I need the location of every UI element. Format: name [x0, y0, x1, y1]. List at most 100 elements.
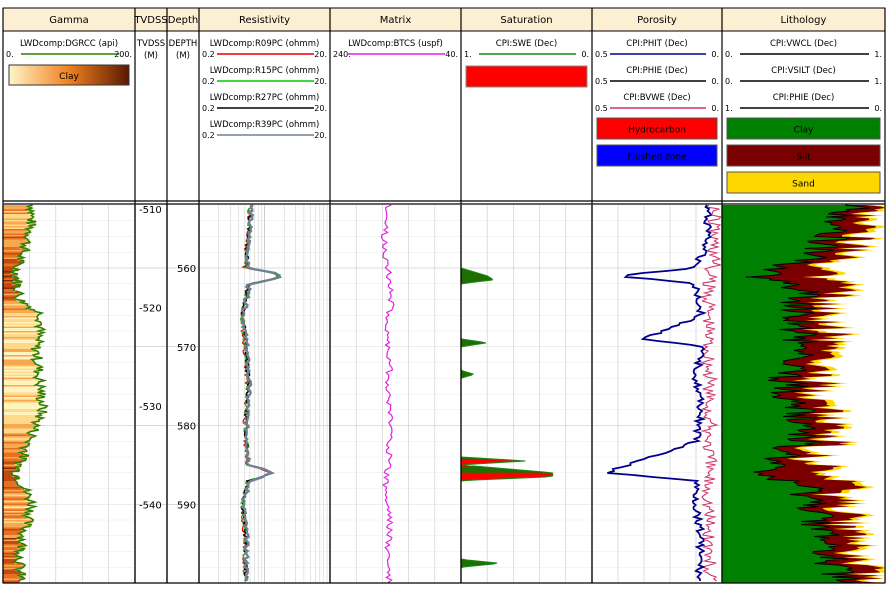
gamma-fill-band — [3, 215, 32, 218]
gamma-fill-band — [3, 338, 40, 341]
tvdss-tick-label: -530 — [139, 402, 162, 413]
curve-scale-left: 0.2 — [202, 77, 215, 86]
gamma-fill-band — [3, 287, 16, 290]
curve-scale-right: 20. — [314, 50, 327, 59]
gamma-fill-band — [3, 260, 24, 263]
gamma-fill-band — [3, 316, 38, 318]
gamma-fill-band — [3, 410, 38, 413]
gamma-fill-band — [3, 418, 44, 420]
curve-scale-left: 0.5 — [595, 50, 608, 59]
legend-box-label: Silt — [796, 153, 811, 163]
gamma-fill-band — [3, 560, 16, 563]
gamma-fill-band — [3, 577, 23, 579]
gamma-fill-band — [3, 413, 40, 416]
gamma-fill-band — [3, 385, 36, 387]
curve-label: LWDcomp:R27PC (ohmm) — [210, 93, 320, 103]
gamma-fill-band — [3, 283, 13, 285]
gamma-fill-band — [3, 556, 18, 558]
curve-label: CPI:PHIE (Dec) — [626, 66, 688, 76]
gamma-fill-band — [3, 535, 22, 537]
curve-label: CPI:PHIE (Dec) — [773, 93, 835, 103]
gamma-fill-band — [3, 389, 39, 392]
depth-tick-label: 580 — [177, 422, 196, 433]
curve-scale-left: 240. — [333, 50, 351, 59]
gamma-fill-band — [3, 395, 40, 398]
curve-scale-right: 0. — [581, 50, 589, 59]
gamma-fill-band — [3, 341, 43, 344]
gamma-fill-band — [3, 484, 18, 486]
index-label: TVDSS — [136, 39, 165, 49]
gamma-fill-band — [3, 334, 39, 336]
gamma-fill-band — [3, 406, 48, 408]
gamma-fill-band — [3, 355, 34, 357]
gamma-fill-band — [3, 374, 38, 377]
curve-label: LWDcomp:R39PC (ohmm) — [210, 120, 320, 130]
gamma-fill-band — [3, 517, 28, 519]
gamma-fill-band — [3, 547, 18, 549]
gamma-fill-band — [3, 500, 30, 503]
gamma-fill-band — [3, 290, 14, 293]
gamma-fill-band — [3, 238, 26, 240]
gamma-fill-band — [3, 382, 39, 384]
gamma-fill-band — [3, 376, 38, 378]
gamma-fill-band — [3, 518, 32, 521]
gamma-fill-band — [3, 419, 39, 422]
gamma-fill-band — [3, 509, 26, 512]
gamma-fill-band — [3, 482, 18, 485]
gamma-fill-band — [3, 475, 13, 477]
curve-scale-left: 1. — [725, 104, 733, 113]
curve-scale-left: 0.2 — [202, 104, 215, 113]
gamma-fill-band — [3, 523, 25, 525]
curve-scale-right: 0. — [711, 104, 719, 113]
gamma-fill-band — [3, 463, 15, 465]
gamma-fill-band — [3, 367, 43, 369]
legend-clay-label: Clay — [59, 72, 79, 82]
gamma-fill-band — [3, 229, 27, 231]
gamma-fill-band — [3, 214, 34, 216]
curve-scale-left: 0.2 — [202, 131, 215, 140]
gamma-fill-band — [3, 371, 34, 374]
gamma-fill-band — [3, 259, 18, 261]
gamma-fill-band — [3, 520, 34, 522]
gamma-fill-band — [3, 241, 29, 243]
gamma-fill-band — [3, 302, 20, 305]
gamma-fill-band — [3, 554, 16, 557]
gamma-fill-band — [3, 359, 32, 362]
gamma-fill-band — [3, 496, 30, 498]
gamma-fill-band — [3, 443, 30, 446]
track-title: Saturation — [500, 15, 552, 26]
gamma-fill-band — [3, 499, 26, 501]
gamma-fill-band — [3, 404, 40, 407]
gamma-fill-band — [3, 239, 28, 242]
gamma-fill-band — [3, 383, 39, 386]
gamma-fill-band — [3, 386, 45, 389]
curve-label: CPI:VSILT (Dec) — [771, 66, 836, 76]
gamma-fill-band — [3, 362, 35, 365]
gamma-fill-band — [3, 313, 42, 315]
gamma-fill-band — [3, 209, 28, 212]
gamma-fill-band — [3, 448, 21, 450]
gamma-fill-band — [3, 377, 35, 380]
gamma-fill-band — [3, 226, 30, 228]
gamma-fill-band — [3, 529, 22, 531]
gamma-fill-band — [3, 323, 42, 326]
gamma-fill-band — [3, 392, 38, 395]
gamma-fill-band — [3, 373, 39, 375]
gamma-fill-band — [3, 422, 33, 425]
curve-label: LWDcomp:DGRCC (api) — [20, 39, 118, 49]
gamma-fill-band — [3, 364, 36, 366]
gamma-fill-band — [3, 233, 26, 236]
gamma-fill-band — [3, 512, 25, 515]
gamma-fill-band — [3, 491, 25, 494]
curve-label: CPI:BVWE (Dec) — [623, 93, 690, 103]
gamma-fill-band — [3, 479, 15, 482]
legend-box-label: Hydrocarbon — [628, 126, 686, 136]
gamma-fill-band — [3, 299, 17, 302]
gamma-fill-band — [3, 251, 23, 254]
gamma-fill-band — [3, 328, 42, 330]
gamma-fill-band — [3, 428, 35, 431]
gamma-fill-band — [3, 458, 27, 461]
gamma-fill-band — [3, 314, 39, 317]
gamma-fill-band — [3, 425, 40, 428]
gamma-fill-band — [3, 361, 34, 363]
